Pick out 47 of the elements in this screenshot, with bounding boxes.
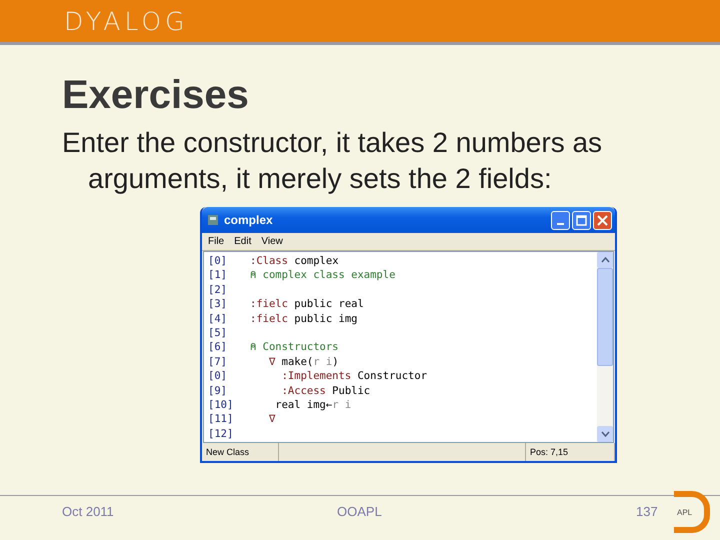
close-icon — [597, 214, 608, 226]
slide-title: Exercises — [62, 72, 250, 119]
status-text: New Class — [202, 443, 279, 461]
line-number: [9] — [207, 384, 228, 398]
line-number: [4] — [207, 312, 228, 326]
menu-item[interactable]: Edit — [234, 236, 252, 247]
code-line: ∇ — [268, 412, 276, 427]
line-number: [0] — [207, 369, 228, 384]
line-number: [3] — [207, 297, 228, 312]
line-number: [6] — [207, 340, 228, 355]
close-button[interactable] — [593, 210, 612, 230]
line-number: [12] — [207, 426, 234, 442]
footer-title: OOAPL — [337, 504, 382, 519]
maximize-button[interactable] — [572, 210, 591, 230]
line-number: [11] — [207, 412, 234, 427]
code-line: :Class complex — [250, 254, 339, 268]
line-number: [5] — [207, 326, 228, 340]
page-number: 137 — [636, 504, 658, 519]
footer-date: Oct 2011 — [62, 504, 114, 519]
scroll-up-button[interactable] — [597, 252, 613, 268]
code-line: :Access Public — [280, 384, 370, 398]
window-title: complex — [224, 213, 274, 227]
line-number: [7] — [207, 354, 228, 370]
code-line: ⍝ complex class example — [250, 268, 396, 283]
line-number: [10] — [207, 398, 234, 412]
maximize-icon — [576, 214, 587, 226]
scroll-down-button[interactable] — [597, 426, 613, 442]
scroll-thumb[interactable] — [597, 268, 613, 366]
apl-logo: APL — [674, 491, 710, 533]
menu-item[interactable]: View — [261, 236, 283, 247]
code-line: :fielc public real — [250, 297, 364, 312]
menu-item[interactable]: File — [208, 236, 224, 247]
minimize-icon — [557, 223, 564, 225]
line-number: [2] — [207, 282, 228, 298]
scrollbar[interactable] — [597, 252, 613, 442]
body-text: Enter the constructor, it takes 2 numbers as arguments, it merely sets the 2 fields: — [62, 126, 604, 196]
app-icon — [206, 213, 220, 227]
minimize-button[interactable] — [551, 210, 570, 230]
logo: DYALOG — [64, 6, 188, 36]
code-line: ∇ make(r i) — [268, 354, 339, 370]
code-line: :fielc public img — [250, 312, 358, 326]
code-line: :Implements Constructor — [280, 369, 428, 384]
code-line: real img←r i — [274, 398, 352, 412]
line-number: [0] — [207, 254, 228, 268]
cursor-position: Pos: 7,15 — [526, 443, 615, 461]
code-line: ⍝ Constructors — [250, 340, 339, 355]
line-number: [1] — [207, 268, 228, 283]
